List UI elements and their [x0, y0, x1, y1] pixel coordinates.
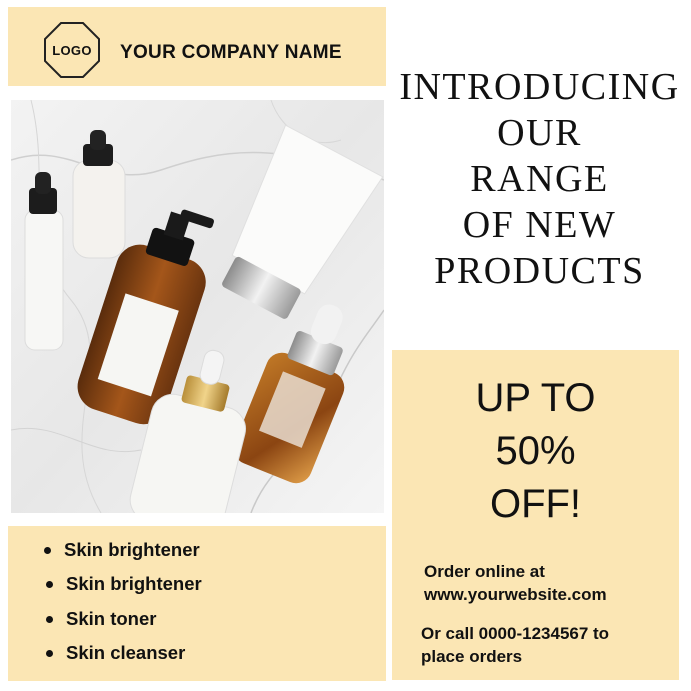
website-link: www.yourwebsite.com: [424, 585, 607, 604]
headline: INTRODUCING OUR RANGE OF NEW PRODUCTS: [388, 64, 691, 294]
features-panel: Skin brightener Skin brightener Skin ton…: [8, 526, 386, 681]
phone-line: Or call 0000-1234567 to: [421, 624, 610, 643]
logo-text: LOGO: [52, 42, 92, 58]
order-online-text: Order online at www.yourwebsite.com: [424, 560, 607, 606]
list-item: Skin toner: [46, 608, 157, 630]
contact-line: Order online at: [424, 562, 545, 581]
list-item: Skin brightener: [44, 539, 200, 561]
offer-panel: UP TO 50% OFF! Order online at www.yourw…: [392, 350, 679, 680]
offer-line: UP TO: [475, 376, 596, 420]
call-text: Or call 0000-1234567 to place orders: [421, 622, 609, 668]
list-item: Skin cleanser: [46, 642, 186, 664]
feature-label: Skin brightener: [64, 539, 200, 560]
offer-line: 50%: [495, 429, 576, 473]
list-item: Skin brightener: [46, 573, 202, 595]
bullet-icon: [46, 650, 53, 657]
feature-label: Skin brightener: [66, 573, 202, 594]
logo: LOGO: [44, 22, 100, 78]
feature-label: Skin cleanser: [66, 642, 186, 663]
header-panel: LOGO YOUR COMPANY NAME: [8, 7, 386, 86]
offer-line: OFF!: [489, 482, 582, 526]
product-photo-illustration: [11, 100, 384, 513]
headline-line: RANGE: [470, 158, 609, 200]
company-name: YOUR COMPANY NAME: [120, 42, 342, 63]
offer-text: UP TO 50% OFF!: [392, 372, 679, 531]
contact-line: place orders: [421, 647, 523, 666]
bullet-icon: [44, 547, 51, 554]
headline-line: OF NEW: [462, 204, 617, 246]
feature-label: Skin toner: [66, 608, 157, 629]
product-photo: [11, 100, 384, 513]
headline-line: PRODUCTS: [434, 250, 645, 292]
bullet-icon: [46, 581, 53, 588]
headline-line: OUR: [497, 112, 582, 154]
bullet-icon: [46, 616, 53, 623]
headline-line: INTRODUCING: [399, 66, 680, 108]
